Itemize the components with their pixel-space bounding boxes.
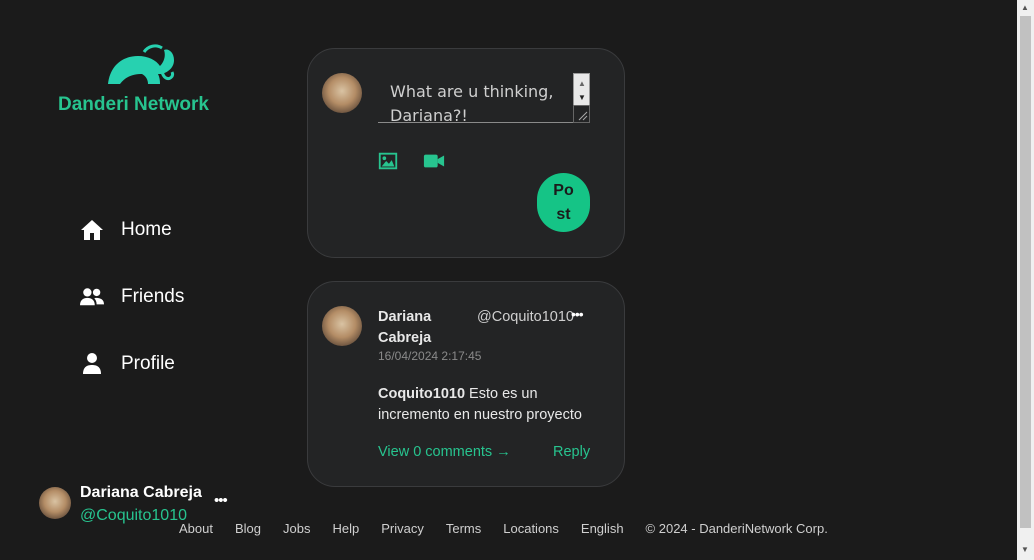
current-user-handle: @Coquito1010 [80,507,187,524]
media-buttons [377,150,445,172]
footer-link-about[interactable]: About [179,521,213,536]
avatar [39,487,71,519]
nav-label-home: Home [121,219,172,240]
nav-label-profile: Profile [121,353,175,374]
scroll-up-icon[interactable]: ▲ [578,79,586,88]
home-icon [81,220,103,240]
post-author[interactable]: Dariana Cabreja [378,307,468,349]
nav-item-friends[interactable]: Friends [80,282,184,312]
view-comments-link[interactable]: View 0 comments → [378,444,511,460]
page-scrollbar[interactable]: ▲ ▼ [1017,0,1034,560]
post-body: Coquito1010 Esto es un incremento en nue… [378,384,604,426]
footer-link-jobs[interactable]: Jobs [283,521,310,536]
scroll-up-icon[interactable]: ▲ [1021,3,1029,12]
user-more-icon[interactable]: ••• [214,492,228,509]
footer-link-terms[interactable]: Terms [446,521,481,536]
textarea-resize-handle[interactable] [573,105,590,123]
scroll-down-icon[interactable]: ▼ [1021,545,1029,554]
post-handle[interactable]: @Coquito1010 [477,309,574,325]
current-user-name: Dariana Cabreja [80,484,202,501]
post-mention[interactable]: Coquito1010 [378,386,465,402]
main-nav: Home Friends Profile [80,215,184,416]
post-button[interactable]: Post [537,173,590,232]
footer-link-privacy[interactable]: Privacy [381,521,424,536]
footer-link-english[interactable]: English [581,521,624,536]
post-card: Dariana Cabreja @Coquito1010 ••• 16/04/2… [307,281,625,487]
post-date: 16/04/2024 2:17:45 [378,349,482,363]
scrollbar-thumb[interactable] [1020,16,1031,528]
post-textarea[interactable]: What are u thinking, Dariana?! [378,73,590,123]
user-icon [83,353,101,374]
video-icon[interactable] [423,150,445,172]
footer-link-blog[interactable]: Blog [235,521,261,536]
users-icon [80,288,104,306]
footer-link-help[interactable]: Help [332,521,359,536]
brand-name: Danderi Network [58,94,209,115]
avatar [322,306,362,346]
reply-link[interactable]: Reply [553,444,590,460]
scroll-down-icon[interactable]: ▼ [578,93,586,102]
nav-label-friends: Friends [121,286,185,307]
resize-grip-icon [578,111,588,121]
footer: About Blog Jobs Help Privacy Terms Locat… [179,521,828,536]
footer-copyright: © 2024 - DanderiNetwork Corp. [645,521,828,536]
elephant-logo-icon [108,44,174,84]
post-composer: What are u thinking, Dariana?! ▲ ▼ Post [307,48,625,258]
avatar [322,73,362,113]
footer-link-locations[interactable]: Locations [503,521,559,536]
nav-item-home[interactable]: Home [80,215,184,245]
nav-item-profile[interactable]: Profile [80,349,184,379]
post-more-icon[interactable]: ••• [571,306,584,322]
image-icon[interactable] [377,150,399,172]
